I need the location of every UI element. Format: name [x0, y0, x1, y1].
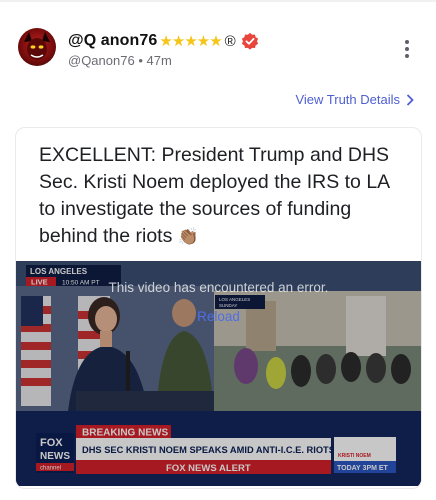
registered-mark: ®	[224, 32, 236, 50]
reload-button[interactable]: Reload	[16, 309, 421, 324]
video-error-message: This video has encountered an error.	[108, 280, 329, 295]
post-text: EXCELLENT: President Trump and DHS Sec. …	[39, 142, 404, 250]
video-player[interactable]: LOS ANGELES LIVE 10:50 AM PT LOS ANGELES…	[16, 261, 421, 486]
meta-separator: •	[138, 53, 143, 68]
quoted-post-card[interactable]: EXCELLENT: President Trump and DHS Sec. …	[15, 127, 422, 489]
verified-badge-icon	[241, 32, 258, 50]
post-timestamp[interactable]: 47m	[147, 53, 172, 68]
view-details-label: View Truth Details	[295, 92, 400, 107]
display-name[interactable]: @Q anon76	[68, 32, 157, 50]
post-body: EXCELLENT: President Trump and DHS Sec. …	[39, 144, 390, 247]
clapping-hands-emoji: 👏🏽	[177, 227, 199, 246]
avatar[interactable]	[18, 28, 56, 66]
top-divider	[0, 0, 436, 2]
handle[interactable]: @Qanon76	[68, 53, 135, 68]
more-options-icon[interactable]	[401, 38, 413, 60]
star-rating: ★★★★★	[159, 33, 222, 50]
view-truth-details-link[interactable]: View Truth Details	[295, 92, 414, 107]
chevron-right-icon	[406, 93, 414, 106]
